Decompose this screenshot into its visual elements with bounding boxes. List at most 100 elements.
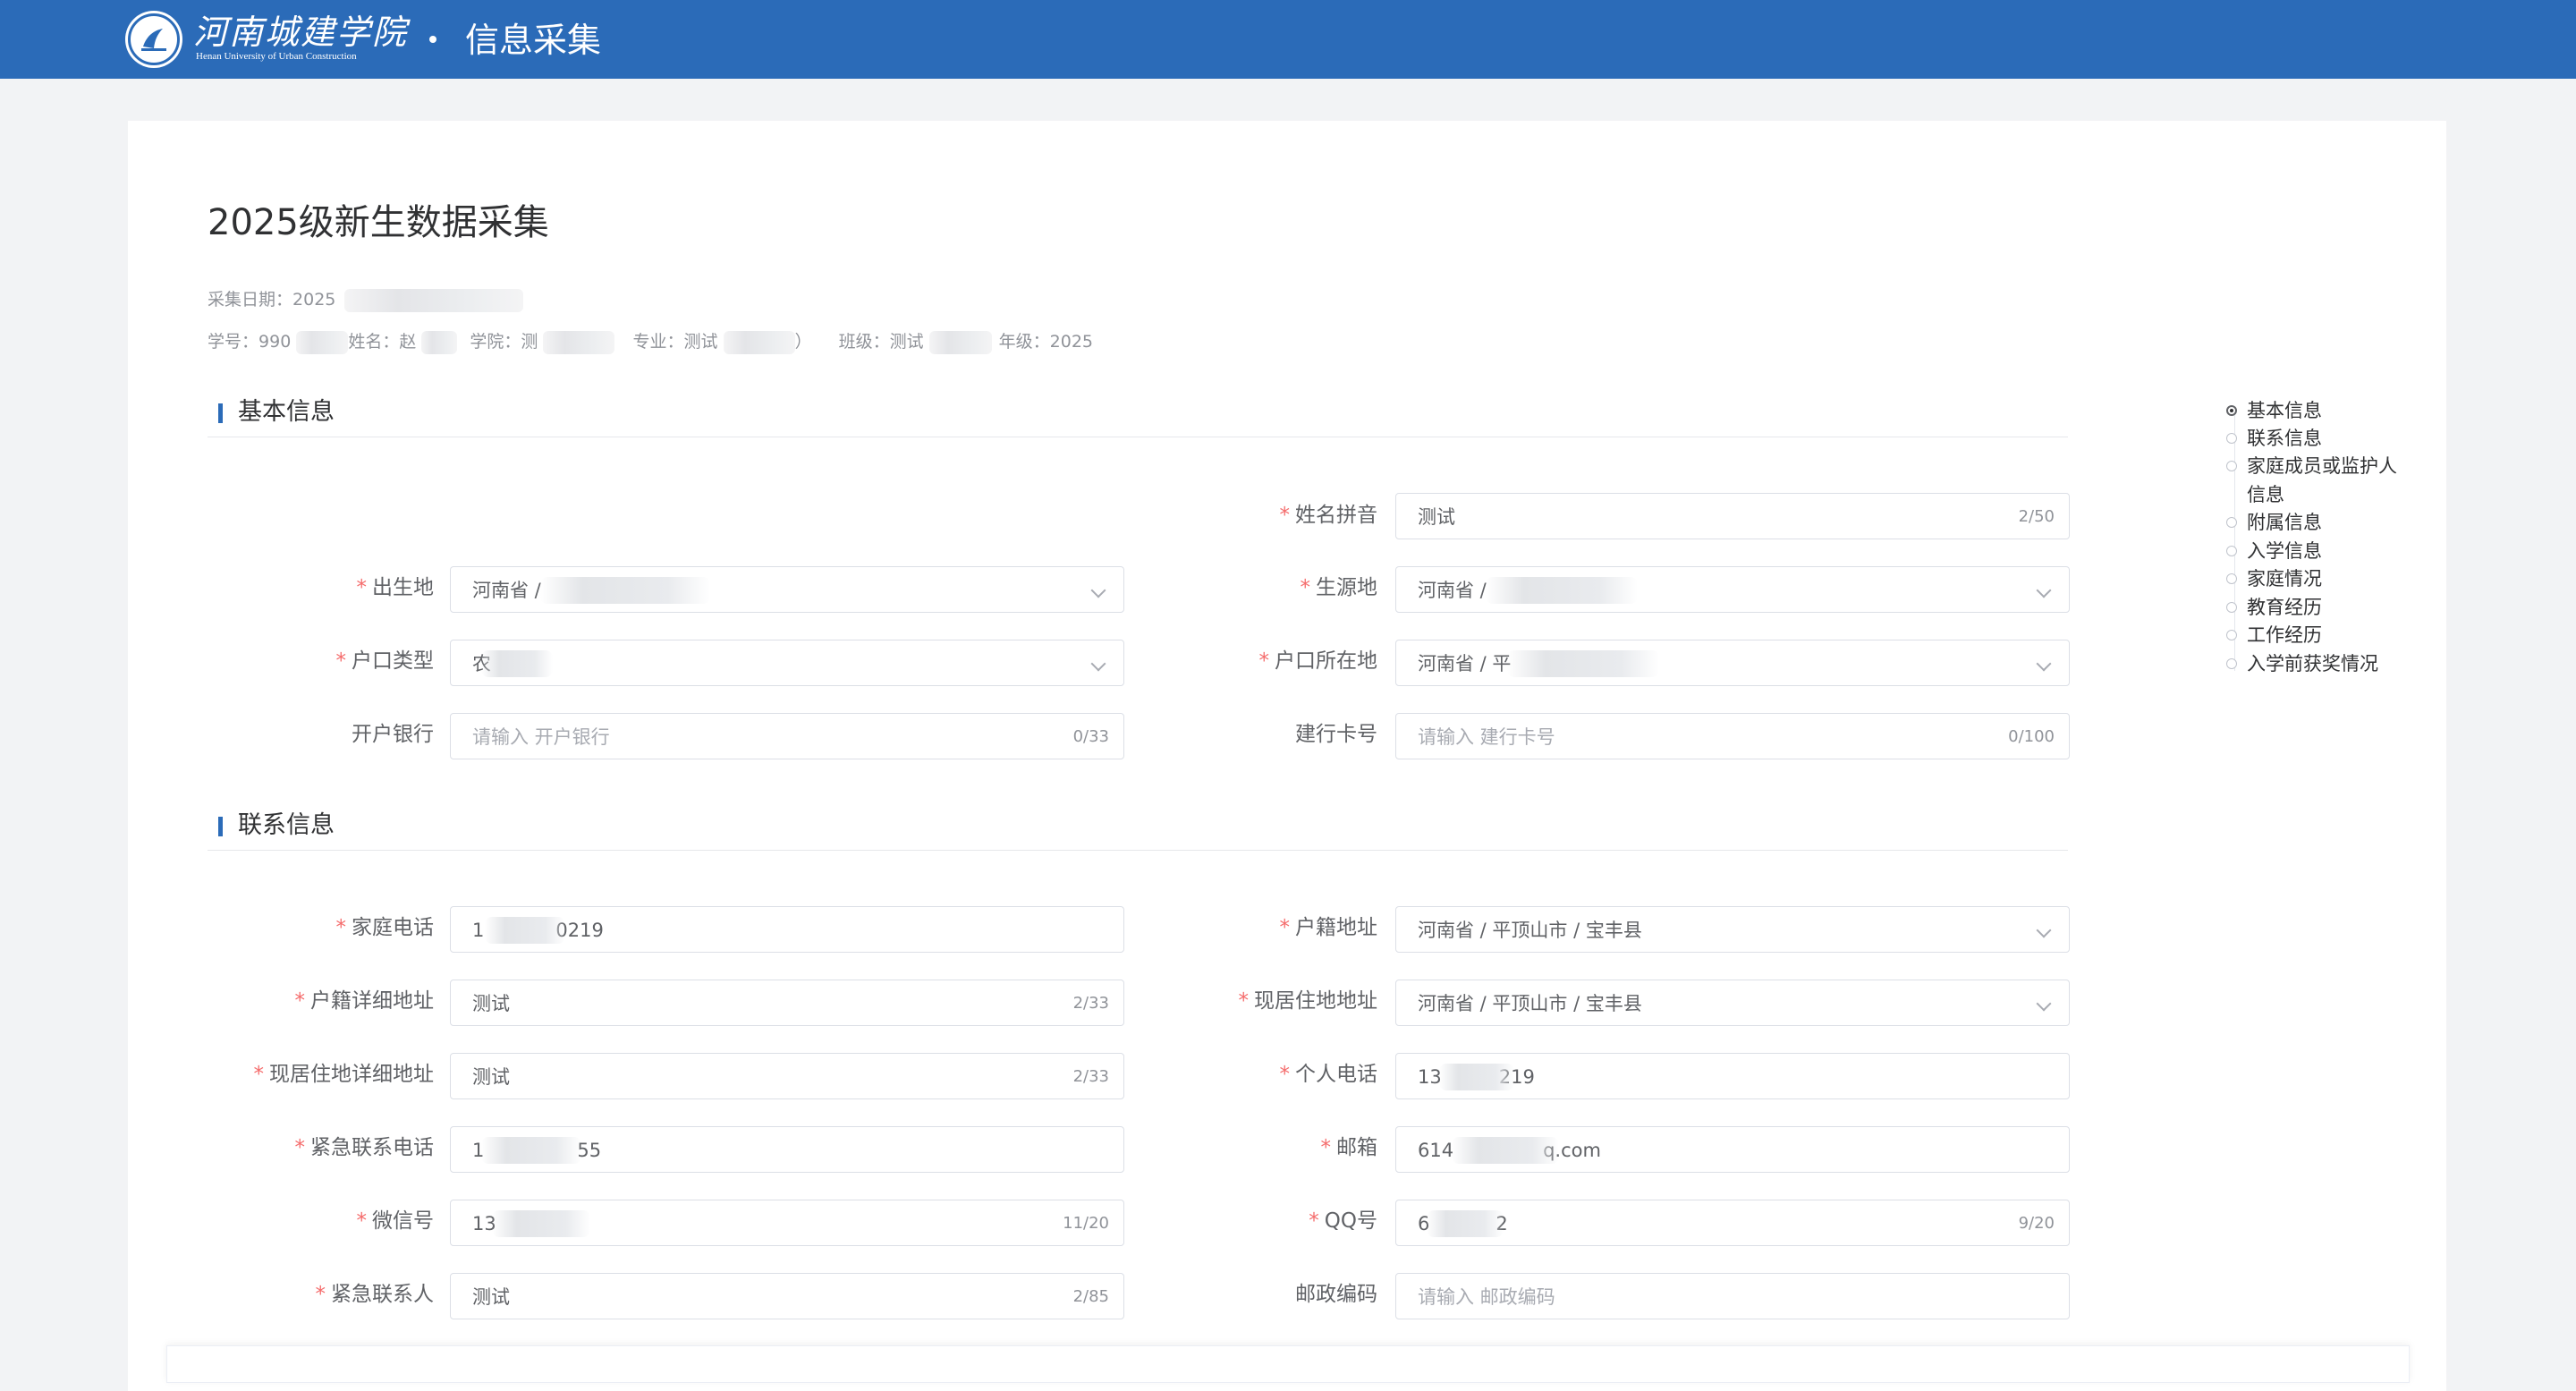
wechat-label: * 微信号 [356,1209,435,1233]
hukou-detail-value: 测试 [472,993,510,1014]
bank-label: 开户银行 [352,723,434,746]
ccb-card-count: 0/100 [2008,727,2055,746]
hukou-detail-count: 2/33 [1072,994,1109,1013]
emergency-contact-input[interactable]: 测试 2/85 [450,1273,1124,1319]
grade-value: 2025 [1049,332,1094,352]
class-value: 测试 [889,332,924,352]
personal-phone-input[interactable]: 13 219 [1395,1053,2070,1099]
hukou-type-label: * 户口类型 [335,649,435,673]
radio-icon [2226,630,2237,640]
redacted-blur [492,1210,590,1237]
page-title: 2025级新生数据采集 [208,202,549,243]
origin-select[interactable]: 河南省 / [1395,566,2070,613]
title-separator-dot [429,36,436,43]
name-value: 赵 [399,332,417,352]
redacted-blur [481,650,553,677]
student-id-label: 学号： [208,332,259,352]
radio-selected-icon [2226,405,2237,416]
redacted-blur [481,1137,581,1164]
collect-date-label: 采集日期： [208,290,293,310]
redacted-blur [1427,1210,1504,1237]
radio-icon [2226,517,2237,528]
collect-date-value: 2025 [292,290,336,310]
wechat-count: 11/20 [1063,1214,1109,1233]
major-value: 测试 [683,332,718,352]
redacted-blur [1486,577,1638,604]
university-name-en: Henan University of Urban Construction [196,51,357,62]
home-phone-input[interactable]: 1 0219 [450,906,1124,953]
redacted-blur [1439,1064,1514,1090]
hukou-detail-input[interactable]: 测试 2/33 [450,980,1124,1026]
personal-phone-label: * 个人电话 [1279,1063,1378,1086]
hukou-detail-label: * 户籍详细地址 [294,989,435,1013]
section-basic-title: 基本信息 [238,398,335,426]
birthplace-label: * 出生地 [356,576,435,599]
student-info-line: 学号：990 姓名：赵 学院：测 专业：测试 ）班级：测试 年级：2025 [208,328,1093,355]
residence-detail-label: * 现居住地详细地址 [253,1063,435,1086]
radio-icon [2226,602,2237,613]
residence-detail-input[interactable]: 测试 2/33 [450,1053,1124,1099]
pinyin-value: 测试 [1418,506,1455,528]
radio-icon [2226,658,2237,669]
redacted-blur [344,288,524,312]
origin-value: 河南省 / [1418,580,1487,601]
residence-label: * 现居住地地址 [1238,989,1378,1013]
bank-count: 0/33 [1072,727,1109,746]
emergency-contact-count: 2/85 [1072,1287,1109,1306]
email-input[interactable]: 614 q.com [1395,1126,2070,1173]
pinyin-input[interactable]: 测试 2/50 [1395,493,2070,539]
university-name-cn: 河南城建学院 [193,13,409,52]
section-basic-header: 基本信息 [208,392,2068,437]
hukou-location-value: 河南省 / 平 [1418,653,1512,674]
chevron-down-icon [1090,582,1106,598]
qq-count: 9/20 [2018,1214,2055,1233]
section-accent-bar [218,817,223,836]
section-contact-title: 联系信息 [238,811,335,839]
chevron-down-icon [2036,582,2052,598]
radio-icon [2226,546,2237,556]
pinyin-label: * 姓名拼音 [1279,504,1378,527]
grade-label: 年级： [998,332,1050,352]
top-bar: 河南城建学院 Henan University of Urban Constru… [0,0,2576,79]
redacted-blur [723,330,795,354]
bottom-action-bar [166,1345,2410,1383]
ccb-card-label: 建行卡号 [1295,723,1377,746]
qq-input[interactable]: 62 9/20 [1395,1200,2070,1246]
hukou-location-select[interactable]: 河南省 / 平 [1395,640,2070,686]
redacted-blur [928,330,992,354]
college-label: 学院： [470,332,521,352]
redacted-blur [1452,1137,1559,1164]
hukou-address-select[interactable]: 河南省 / 平顶山市 / 宝丰县 [1395,906,2070,953]
emergency-contact-label: * 紧急联系人 [315,1283,435,1306]
redacted-blur [421,330,458,354]
wechat-input[interactable]: 13 11/20 [450,1200,1124,1246]
radio-icon [2226,433,2237,444]
birthplace-select[interactable]: 河南省 / [450,566,1124,613]
redacted-blur [543,330,615,354]
app-title: 信息采集 [465,21,602,60]
emergency-phone-input[interactable]: 1 55 [450,1126,1124,1173]
name-label: 姓名： [348,332,400,352]
chevron-down-icon [1090,656,1106,672]
postcode-input[interactable]: 请输入 邮政编码 [1395,1273,2070,1319]
redacted-blur [1507,650,1659,677]
chevron-down-icon [2036,996,2052,1012]
college-value: 测 [521,332,538,352]
emergency-contact-value: 测试 [472,1286,510,1308]
radio-icon [2226,573,2237,584]
postcode-placeholder: 请输入 邮政编码 [1418,1286,1555,1308]
residence-detail-value: 测试 [472,1066,510,1088]
collect-date-line: 采集日期：2025 [208,286,524,313]
origin-label: * 生源地 [1300,576,1378,599]
emergency-phone-label: * 紧急联系电话 [294,1136,435,1159]
qq-label: * QQ号 [1309,1209,1377,1233]
residence-select[interactable]: 河南省 / 平顶山市 / 宝丰县 [1395,980,2070,1026]
student-id-value: 990 [258,332,292,352]
ccb-card-input[interactable]: 请输入 建行卡号 0/100 [1395,713,2070,759]
birthplace-value: 河南省 / [472,580,541,601]
radio-icon [2226,461,2237,471]
hukou-type-select[interactable]: 农 [450,640,1124,686]
hukou-address-value: 河南省 / 平顶山市 / 宝丰县 [1418,920,1642,941]
bank-input[interactable]: 请输入 开户银行 0/33 [450,713,1124,759]
chevron-down-icon [2036,922,2052,938]
